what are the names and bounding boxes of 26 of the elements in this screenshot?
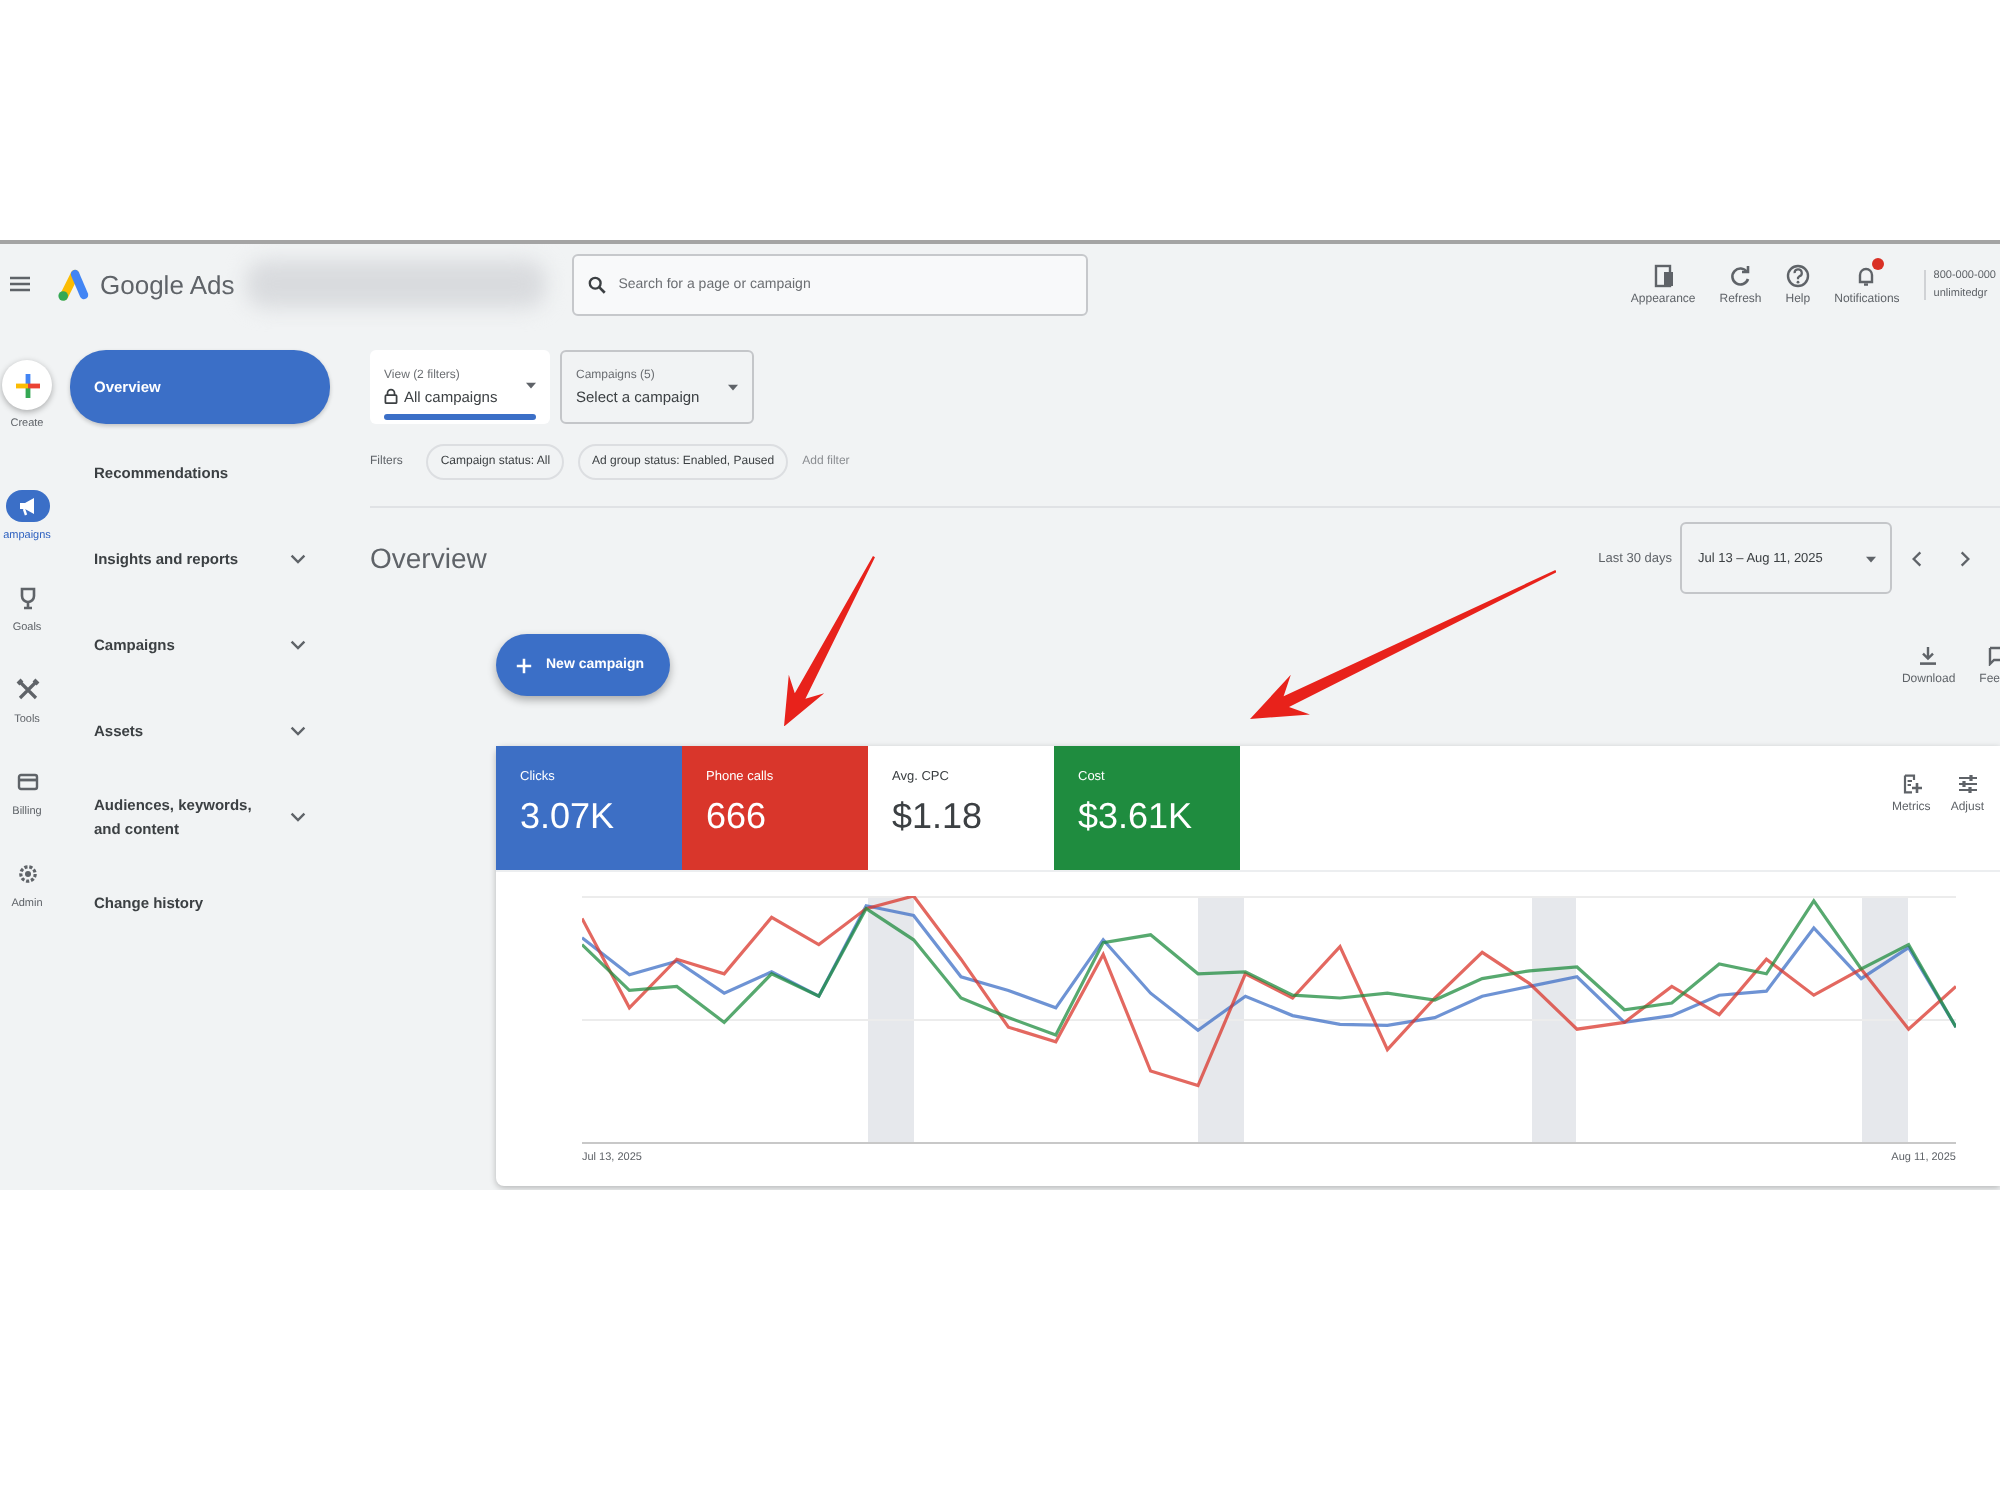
- refresh-icon: [1728, 263, 1753, 287]
- caret-icon: [1866, 556, 1876, 564]
- plus-icon: [2, 360, 52, 410]
- sliders-icon: [1957, 774, 1978, 794]
- lock-icon: [384, 388, 398, 404]
- logo-icon: [56, 267, 90, 301]
- page-title: Overview: [370, 542, 487, 574]
- download-icon: [1918, 645, 1939, 665]
- caret-icon: [728, 384, 738, 392]
- product-name: Google Ads: [100, 269, 235, 299]
- chevron-left-icon: [1911, 549, 1921, 567]
- document-icon: [1651, 263, 1676, 287]
- menu-icon[interactable]: [10, 276, 30, 292]
- megaphone-icon: [5, 490, 49, 522]
- chevron-down-icon: [290, 554, 306, 564]
- speech-bubble-icon: [1988, 645, 2000, 665]
- chevron-down-icon: [290, 640, 306, 650]
- search-icon: [588, 275, 607, 293]
- chevron-down-icon: [290, 726, 306, 736]
- bell-icon: [1854, 263, 1879, 287]
- document-plus-icon: [1901, 774, 1922, 794]
- help-icon: [1785, 263, 1810, 287]
- chevron-right-icon: [1959, 549, 1969, 567]
- caret-icon: [526, 382, 536, 390]
- plus-icon: [516, 657, 532, 673]
- chevron-down-icon: [290, 812, 306, 822]
